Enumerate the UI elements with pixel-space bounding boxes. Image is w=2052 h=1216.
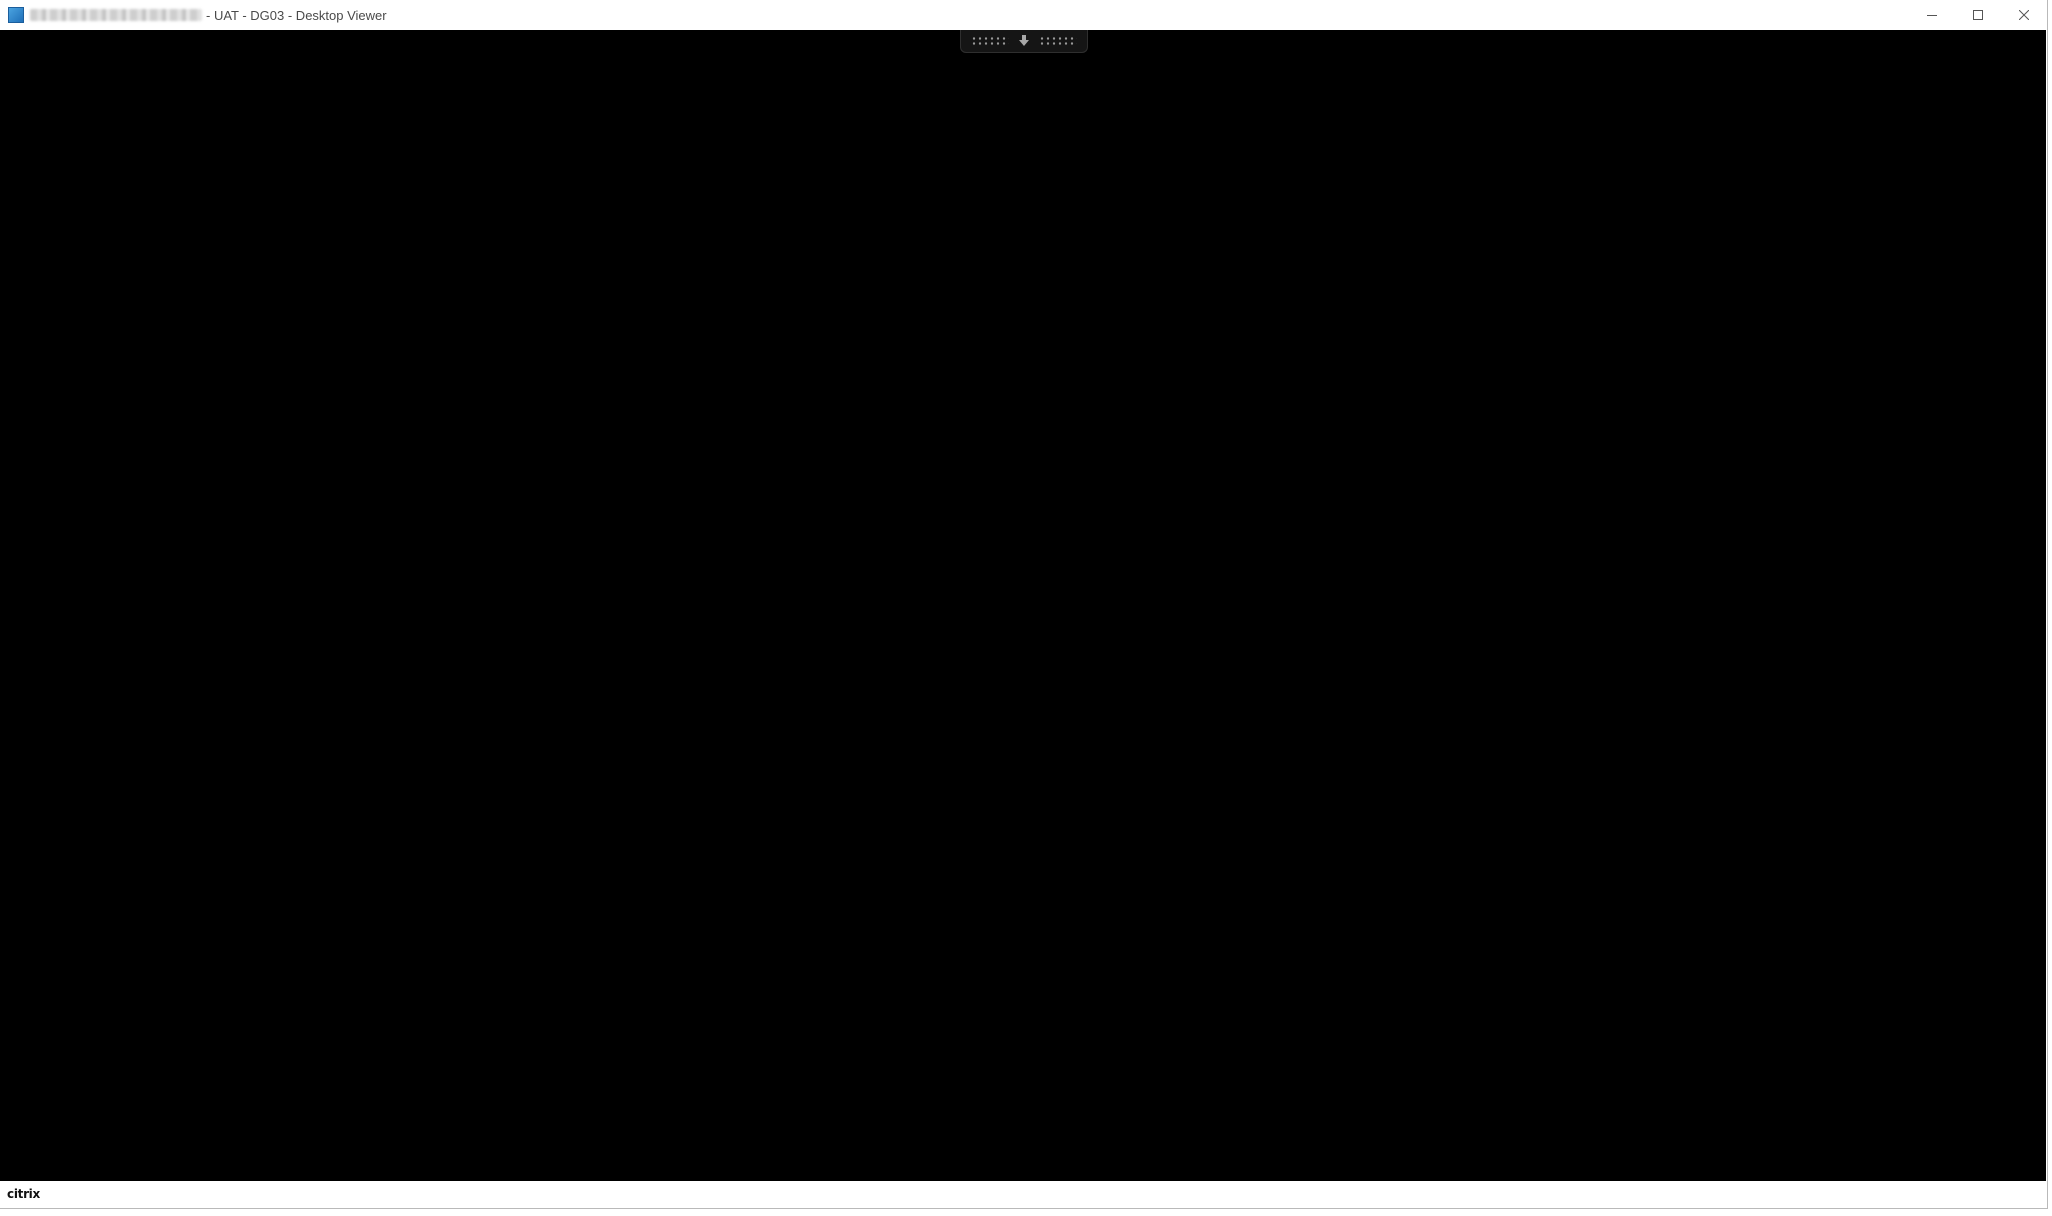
citrix-logo: citrix — [7, 1187, 40, 1201]
minimize-icon — [1927, 15, 1937, 16]
grip-right-icon — [1039, 36, 1077, 46]
remote-desktop-viewport[interactable] — [0, 30, 2046, 1181]
close-icon — [2019, 10, 2029, 20]
minimize-button[interactable] — [1909, 0, 1955, 30]
app-icon[interactable] — [8, 7, 24, 23]
title-bar[interactable]: - UAT - DG03 - Desktop Viewer — [0, 0, 2047, 30]
arrow-down-icon — [1019, 35, 1029, 46]
close-button[interactable] — [2001, 0, 2047, 30]
window-title: - UAT - DG03 - Desktop Viewer — [206, 7, 387, 23]
grip-left-icon — [971, 36, 1009, 46]
desktop-viewer-window: - UAT - DG03 - Desktop Viewer citrix — [0, 0, 2048, 1209]
status-bar: citrix — [0, 1181, 2046, 1207]
connection-bar-handle[interactable] — [960, 30, 1088, 53]
redacted-title-text — [30, 9, 202, 21]
window-controls — [1909, 0, 2047, 30]
maximize-icon — [1973, 10, 1983, 20]
maximize-button[interactable] — [1955, 0, 2001, 30]
